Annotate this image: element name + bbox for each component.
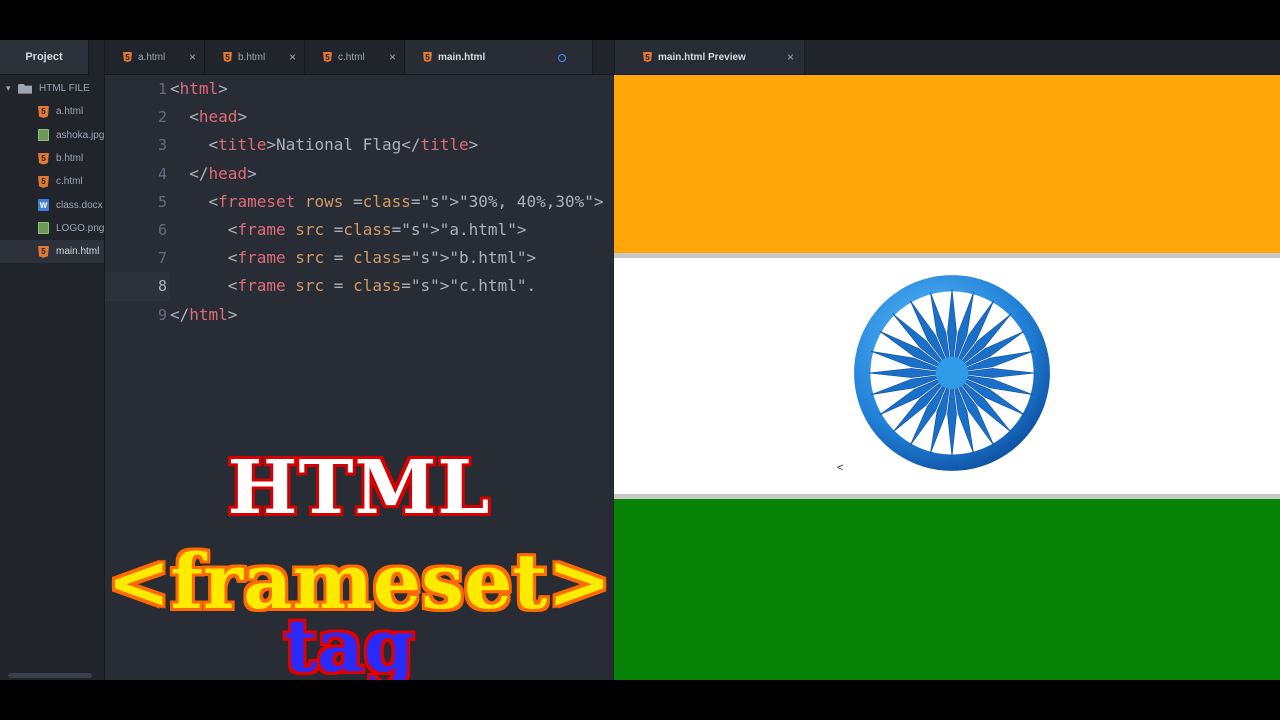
html5-icon: 5 [323, 52, 332, 62]
project-sidebar: Project ▾ HTML FILE 5 a.html ashoka.jpg … [0, 40, 105, 680]
stray-text: < [837, 462, 844, 474]
image-icon [38, 129, 49, 142]
tree-file-class-docx[interactable]: W class.docx [0, 193, 104, 216]
line-number: 8 [105, 272, 167, 301]
code-line[interactable]: <title>National Flag</title> [170, 131, 479, 159]
tree-file-main-html[interactable]: 5 main.html [0, 240, 104, 264]
line-number: 3 [157, 136, 167, 155]
tree-file-a-html[interactable]: 5 a.html [0, 100, 104, 123]
tab-c-html[interactable]: 5 c.html × [305, 40, 405, 74]
code-line[interactable]: </html> [170, 301, 237, 329]
close-icon[interactable]: × [189, 50, 196, 64]
html5-icon: 5 [38, 245, 49, 258]
modified-dot-icon[interactable] [558, 54, 566, 62]
frame-c-green [614, 499, 1280, 680]
line-number: 6 [157, 221, 167, 239]
html5-icon: 5 [223, 52, 232, 62]
image-icon [38, 222, 49, 235]
line-number: 1 [157, 80, 167, 98]
close-icon[interactable]: × [289, 50, 296, 64]
code-line[interactable]: <html> [170, 75, 228, 103]
preview-tab-bar: 5 main.html Preview × [614, 40, 1280, 75]
editor-window: Project ▾ HTML FILE 5 a.html ashoka.jpg … [0, 40, 1280, 680]
ashoka-chakra-image [854, 275, 1050, 471]
line-number: 4 [157, 164, 167, 183]
folder-icon [18, 83, 32, 94]
tree-file-c-html[interactable]: 5 c.html [0, 170, 104, 193]
tab-b-html[interactable]: 5 b.html × [205, 40, 305, 74]
tree-file-b-html[interactable]: 5 b.html [0, 147, 104, 170]
sidebar-scrollbar[interactable] [8, 673, 92, 678]
tab-main-html-preview[interactable]: 5 main.html Preview × [615, 40, 805, 74]
html5-icon: 5 [38, 175, 49, 188]
line-number: 2 [157, 108, 167, 127]
tab-a-html[interactable]: 5 a.html × [105, 40, 205, 74]
code-line[interactable]: <head> [170, 103, 247, 131]
line-number: 7 [157, 249, 167, 268]
tree-file-logo-png[interactable]: LOGO.png [0, 217, 104, 240]
html5-icon: 5 [38, 105, 49, 118]
close-icon[interactable]: × [787, 50, 794, 64]
html5-icon: 5 [38, 152, 49, 165]
tab-main-html[interactable]: 5 main.html [405, 40, 593, 74]
tree-file-ashoka-jpg[interactable]: ashoka.jpg [0, 124, 104, 147]
code-line[interactable]: <frameset rows =class="s">"30%, 40%,30%"… [170, 188, 604, 216]
code-line[interactable]: <frame src =class="s">"a.html"> [170, 216, 527, 244]
chevron-down-icon: ▾ [6, 83, 11, 94]
html5-icon: 5 [423, 52, 432, 62]
html5-icon: 5 [643, 52, 652, 62]
code-line[interactable]: </head> [170, 160, 256, 188]
project-tab[interactable]: Project [0, 40, 89, 75]
code-editor[interactable]: 1 2 3 4 5 6 7 8 9 <html> <head> <title>National … [105, 75, 613, 680]
word-doc-icon: W [38, 199, 49, 212]
code-line[interactable]: <frame src = class="s">"c.html". [170, 272, 536, 300]
editor-tab-bar: 5 a.html × 5 b.html × 5 c.html × 5 main.… [105, 40, 615, 75]
close-icon[interactable]: × [389, 50, 396, 64]
file-tree: ▾ HTML FILE 5 a.html ashoka.jpg 5 b.html… [0, 75, 104, 264]
folder-html-file[interactable]: ▾ HTML FILE [0, 77, 104, 100]
html-preview: < [614, 75, 1280, 680]
frame-a-saffron [614, 75, 1280, 253]
code-line[interactable]: <frame src = class="s">"b.html"> [170, 244, 536, 272]
line-number: 9 [157, 305, 167, 324]
overlay-title-tag: tag [283, 603, 415, 680]
line-number: 5 [157, 192, 167, 211]
overlay-title-html: HTML [227, 445, 491, 531]
html5-icon: 5 [123, 52, 132, 62]
